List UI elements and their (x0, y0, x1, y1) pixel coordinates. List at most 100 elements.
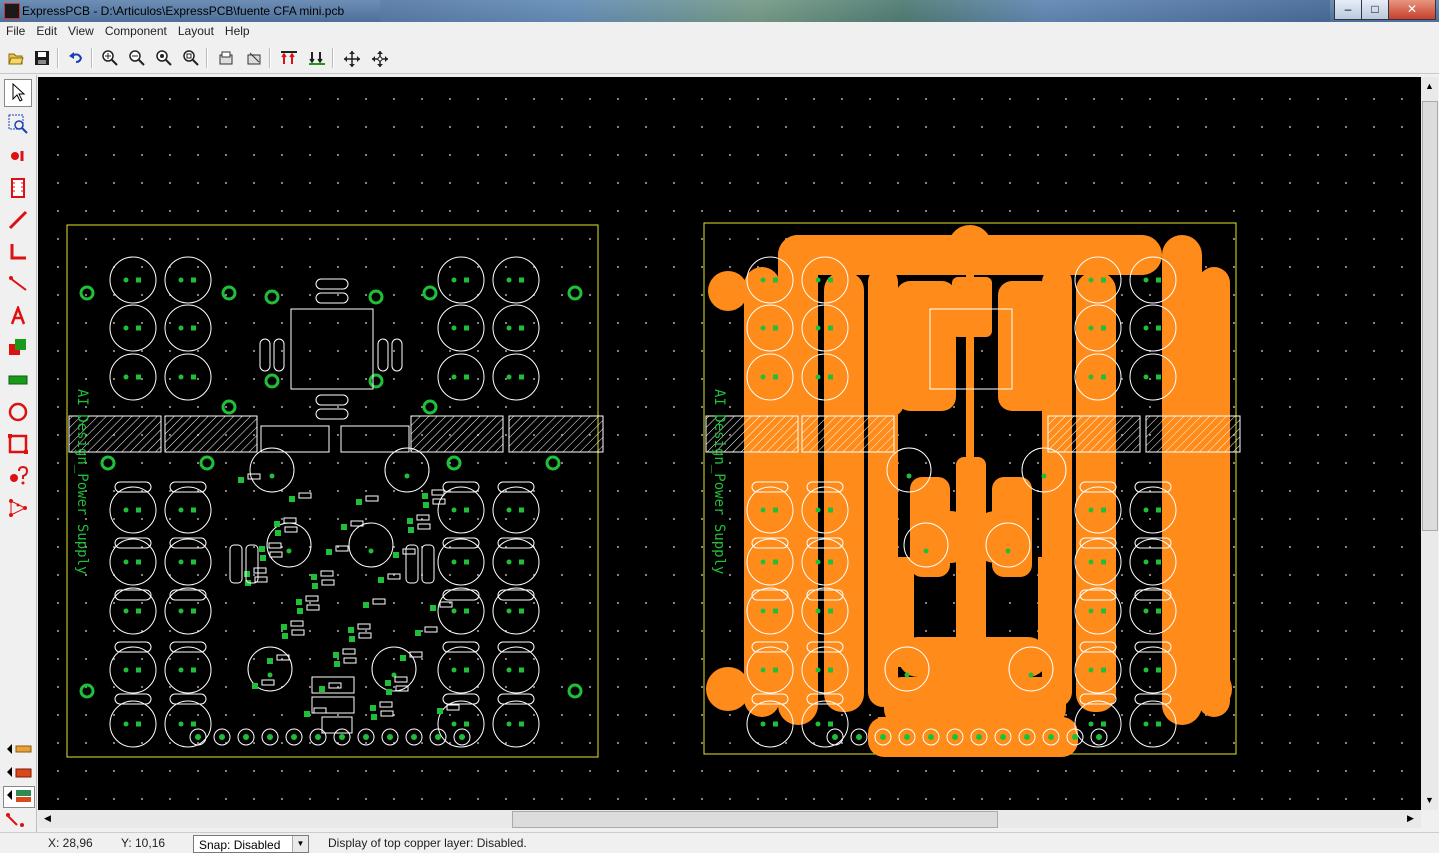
component-properties-button[interactable] (241, 46, 266, 71)
move-icon (343, 51, 360, 67)
place-pad-tool[interactable] (4, 142, 32, 170)
top-layer-icon (280, 51, 297, 64)
menu-file[interactable]: File (0, 22, 30, 38)
place-wire-tool[interactable] (4, 270, 32, 298)
place-component-tool[interactable] (4, 174, 32, 202)
restore-button[interactable]: □ (1361, 0, 1389, 20)
taskbar-background (380, 0, 1330, 22)
status-y-coordinate: Y: 10,16 (121, 836, 166, 850)
close-button[interactable]: ✕ (1388, 0, 1436, 20)
left-board-center-ic (229, 278, 435, 734)
bottom-copper-layer-button[interactable] (3, 763, 35, 785)
undo-button[interactable] (63, 46, 88, 71)
left-board-heatsink (68, 415, 604, 453)
place-circle-tool[interactable] (4, 398, 32, 426)
vertical-scroll-thumb[interactable] (1422, 101, 1438, 531)
zoom-fit-icon (155, 50, 172, 66)
top-copper-layer-button[interactable] (3, 740, 35, 762)
right-board-silk-text: AI Design_Power Supply (711, 389, 727, 574)
menu-edit[interactable]: Edit (30, 22, 62, 38)
tool-sidebar (0, 75, 37, 832)
window-title: ExpressPCB - D:\Articulos\ExpressPCB\fue… (22, 4, 345, 18)
place-angle-trace-tool[interactable] (4, 238, 32, 266)
menu-component[interactable]: Component (99, 22, 172, 38)
zoom-out-button[interactable] (124, 46, 149, 71)
menu-view[interactable]: View (62, 22, 99, 38)
left-board-pads (79, 285, 583, 720)
place-filled-polygon-icon (8, 375, 28, 385)
scroll-down-icon[interactable]: ▼ (1422, 793, 1437, 808)
minimize-button[interactable]: – (1334, 0, 1362, 20)
move-button[interactable] (339, 46, 364, 71)
chevron-down-icon[interactable]: ▼ (292, 836, 308, 852)
save-button[interactable] (29, 46, 54, 71)
place-filled-polygon-tool[interactable] (4, 366, 32, 394)
place-trace-tool[interactable] (4, 206, 32, 234)
toolbar (0, 43, 1439, 74)
menu-help[interactable]: Help (219, 22, 255, 38)
select-arrow-icon (12, 83, 26, 102)
vertical-scrollbar[interactable]: ▲ ▼ (1421, 77, 1438, 810)
right-board[interactable]: AI Design_Power Supply (703, 222, 1241, 757)
place-rectangle-tool[interactable] (4, 430, 32, 458)
pcb-canvas[interactable]: AI Design_Power Supply AI Design_Power S… (38, 77, 1421, 810)
bottom-layer-button[interactable] (304, 46, 329, 71)
snap-label: Snap: (199, 838, 231, 852)
place-pad-icon (11, 151, 24, 161)
undo-icon (68, 52, 82, 63)
place-text-tool[interactable] (4, 302, 32, 330)
place-wire-icon (9, 276, 27, 291)
bottom-layer-icon (308, 52, 325, 65)
left-board-silk-text: AI Design_Power Supply (74, 389, 90, 574)
title-bar: ExpressPCB - D:\Articulos\ExpressPCB\fue… (0, 0, 1439, 22)
place-rectangle-icon (8, 434, 28, 454)
silkscreen-layer-icon (6, 813, 24, 827)
status-x-coordinate: X: 28,96 (48, 836, 93, 850)
snap-select[interactable]: Snap: Disabled ▼ (193, 835, 309, 853)
zoom-in-button[interactable] (97, 46, 122, 71)
place-angle-trace-icon (10, 244, 26, 260)
scroll-up-icon[interactable]: ▲ (1422, 79, 1437, 94)
place-component-icon (11, 178, 25, 198)
zoom-select-tool[interactable] (4, 110, 32, 138)
silkscreen-layer-button[interactable] (3, 809, 35, 831)
component-info-tool[interactable] (4, 462, 32, 490)
place-text-icon (10, 306, 26, 325)
zoom-fit-button[interactable] (151, 46, 176, 71)
zoom-select-icon (8, 114, 28, 134)
status-bar: X: 28,96 Y: 10,16 Snap: Disabled ▼ Displ… (0, 832, 1439, 853)
menu-bar: File Edit View Component Layout Help (0, 22, 1439, 41)
properties-button[interactable] (213, 46, 238, 71)
zoom-out-icon (128, 50, 145, 66)
place-filled-shape-icon (9, 339, 26, 355)
component-info-icon (10, 466, 28, 485)
open-button[interactable] (3, 46, 28, 71)
netlist-tool[interactable] (4, 494, 32, 522)
select-tool[interactable] (4, 79, 32, 107)
both-layers-button[interactable] (3, 786, 35, 808)
both-layers-icon (7, 790, 31, 802)
zoom-in-icon (101, 50, 118, 66)
zoom-window-button[interactable] (178, 46, 203, 71)
status-message: Display of top copper layer: Disabled. (328, 836, 527, 850)
horizontal-scrollbar[interactable]: ◀ ▶ (38, 810, 1421, 828)
zoom-window-icon (182, 50, 199, 66)
horizontal-scroll-thumb[interactable] (512, 811, 998, 828)
app-icon (4, 3, 20, 19)
place-filled-shape-tool[interactable] (4, 334, 32, 362)
top-copper-layer-icon (7, 744, 32, 754)
align-icon (371, 51, 388, 67)
menu-layout[interactable]: Layout (172, 22, 219, 38)
top-layer-button[interactable] (276, 46, 301, 71)
align-button[interactable] (367, 46, 392, 71)
scroll-left-icon[interactable]: ◀ (40, 811, 55, 826)
component-properties-icon (247, 52, 260, 65)
save-icon (34, 51, 49, 65)
left-board[interactable]: AI Design_Power Supply (66, 224, 604, 758)
scroll-right-icon[interactable]: ▶ (1403, 811, 1418, 826)
open-icon (7, 53, 24, 65)
properties-icon (219, 51, 232, 65)
place-trace-icon (8, 210, 28, 230)
snap-value: Disabled (233, 838, 281, 852)
bottom-copper-layer-icon (7, 767, 32, 778)
